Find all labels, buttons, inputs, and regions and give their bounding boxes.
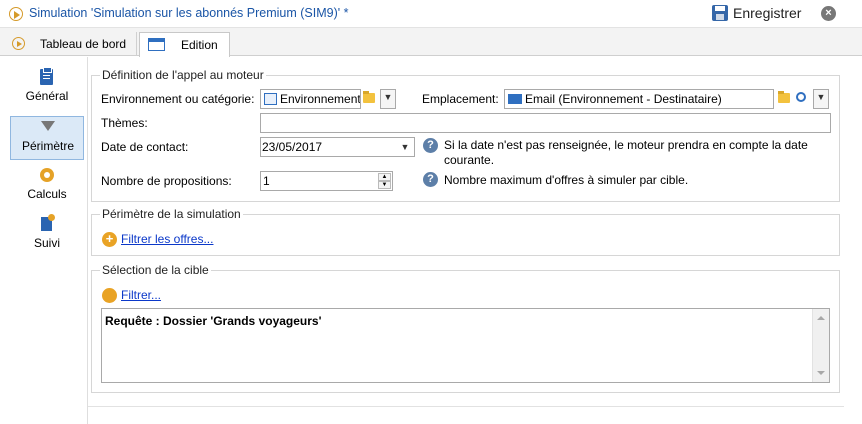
themes-field[interactable] <box>260 113 831 133</box>
form-icon <box>148 38 165 51</box>
email-icon <box>508 94 522 104</box>
tab-dashboard-label: Tableau de bord <box>40 37 127 51</box>
sidebar-item-label: Général <box>25 89 69 103</box>
stepper-up-icon[interactable]: ▲ <box>378 173 391 181</box>
query-text: Requête : Dossier 'Grands voyageurs' <box>105 314 322 328</box>
sidebar-item-label: Calculs <box>27 187 67 201</box>
stepper-down-icon[interactable]: ▼ <box>378 181 391 189</box>
filter-status-icon <box>102 288 117 303</box>
tab-edition-label: Edition <box>181 38 218 52</box>
engine-call-group: Définition de l'appel au moteur Environn… <box>91 68 840 202</box>
location-value: Email (Environnement - Destinataire) <box>525 92 722 106</box>
vertical-scrollbar[interactable] <box>812 309 829 382</box>
target-selection-legend: Sélection de la cible <box>100 263 211 277</box>
contact-date-field[interactable]: 23/05/2017 ▼ <box>260 137 415 157</box>
propositions-count-help: Nombre maximum d'offres à simuler par ci… <box>444 173 689 187</box>
play-icon <box>12 37 25 50</box>
environment-field[interactable]: Environnement <box>260 89 361 109</box>
sidebar-item-suivi[interactable]: Suivi <box>10 214 84 258</box>
simulation-play-icon <box>9 7 23 21</box>
simulation-scope-group: Périmètre de la simulation + Filtrer les… <box>91 207 840 256</box>
target-selection-group: Sélection de la cible Filtrer... Requête… <box>91 263 840 393</box>
folder-icon[interactable] <box>778 91 790 103</box>
sidebar-item-calculs[interactable]: Calculs <box>10 165 84 209</box>
sidebar-item-label: Suivi <box>33 236 60 250</box>
location-label: Emplacement: <box>422 92 499 106</box>
search-icon[interactable] <box>796 92 806 102</box>
contact-date-label: Date de contact: <box>101 140 189 154</box>
simulation-scope-legend: Périmètre de la simulation <box>100 207 243 221</box>
sidebar-item-label: Périmètre <box>21 139 74 153</box>
window-title: Simulation 'Simulation sur les abonnés P… <box>29 6 349 20</box>
filter-link[interactable]: Filtrer... <box>121 288 161 302</box>
themes-label: Thèmes: <box>101 116 148 130</box>
title-bar: Simulation 'Simulation sur les abonnés P… <box>0 0 862 28</box>
tab-bar: Tableau de bord Edition <box>0 28 862 57</box>
save-label: Enregistrer <box>733 5 802 21</box>
chevron-down-icon[interactable]: ▼ <box>398 139 412 157</box>
gear-icon <box>40 168 54 182</box>
environment-label: Environnement ou catégorie: <box>101 92 255 106</box>
location-field[interactable]: Email (Environnement - Destinataire) <box>504 89 774 109</box>
clipboard-icon <box>40 67 53 85</box>
engine-call-legend: Définition de l'appel au moteur <box>100 68 266 82</box>
chevron-down-icon[interactable]: ▼ <box>380 89 396 109</box>
add-icon[interactable]: + <box>102 232 117 247</box>
tab-edition[interactable]: Edition <box>139 32 230 57</box>
floppy-disk-icon <box>712 5 728 21</box>
sidebar: Général Périmètre Calculs Suivi <box>0 57 88 424</box>
contact-date-value: 23/05/2017 <box>262 140 323 154</box>
funnel-icon <box>41 121 55 131</box>
folder-icon[interactable] <box>363 91 375 103</box>
help-icon: ? <box>423 138 438 153</box>
sidebar-item-perimetre[interactable]: Périmètre <box>10 116 84 160</box>
propositions-count-stepper[interactable]: 1 ▲ ▼ <box>260 171 393 191</box>
environment-value: Environnement <box>280 92 360 106</box>
close-icon[interactable]: × <box>821 6 836 21</box>
propositions-count-value: 1 <box>263 174 270 188</box>
scroll-up-icon[interactable] <box>817 316 825 320</box>
save-button[interactable]: Enregistrer <box>711 4 803 24</box>
environment-icon <box>264 93 277 105</box>
scroll-down-icon[interactable] <box>817 371 825 375</box>
divider <box>88 406 844 407</box>
propositions-count-label: Nombre de propositions: <box>101 174 232 188</box>
tracking-icon <box>41 214 55 231</box>
contact-date-help: Si la date n'est pas renseignée, le mote… <box>444 138 808 167</box>
tab-dashboard[interactable]: Tableau de bord <box>4 32 137 56</box>
sidebar-item-general[interactable]: Général <box>10 67 84 111</box>
filter-offers-link[interactable]: Filtrer les offres... <box>121 232 213 246</box>
chevron-down-icon[interactable]: ▼ <box>813 89 829 109</box>
query-textarea[interactable]: Requête : Dossier 'Grands voyageurs' <box>101 308 830 383</box>
help-icon: ? <box>423 172 438 187</box>
